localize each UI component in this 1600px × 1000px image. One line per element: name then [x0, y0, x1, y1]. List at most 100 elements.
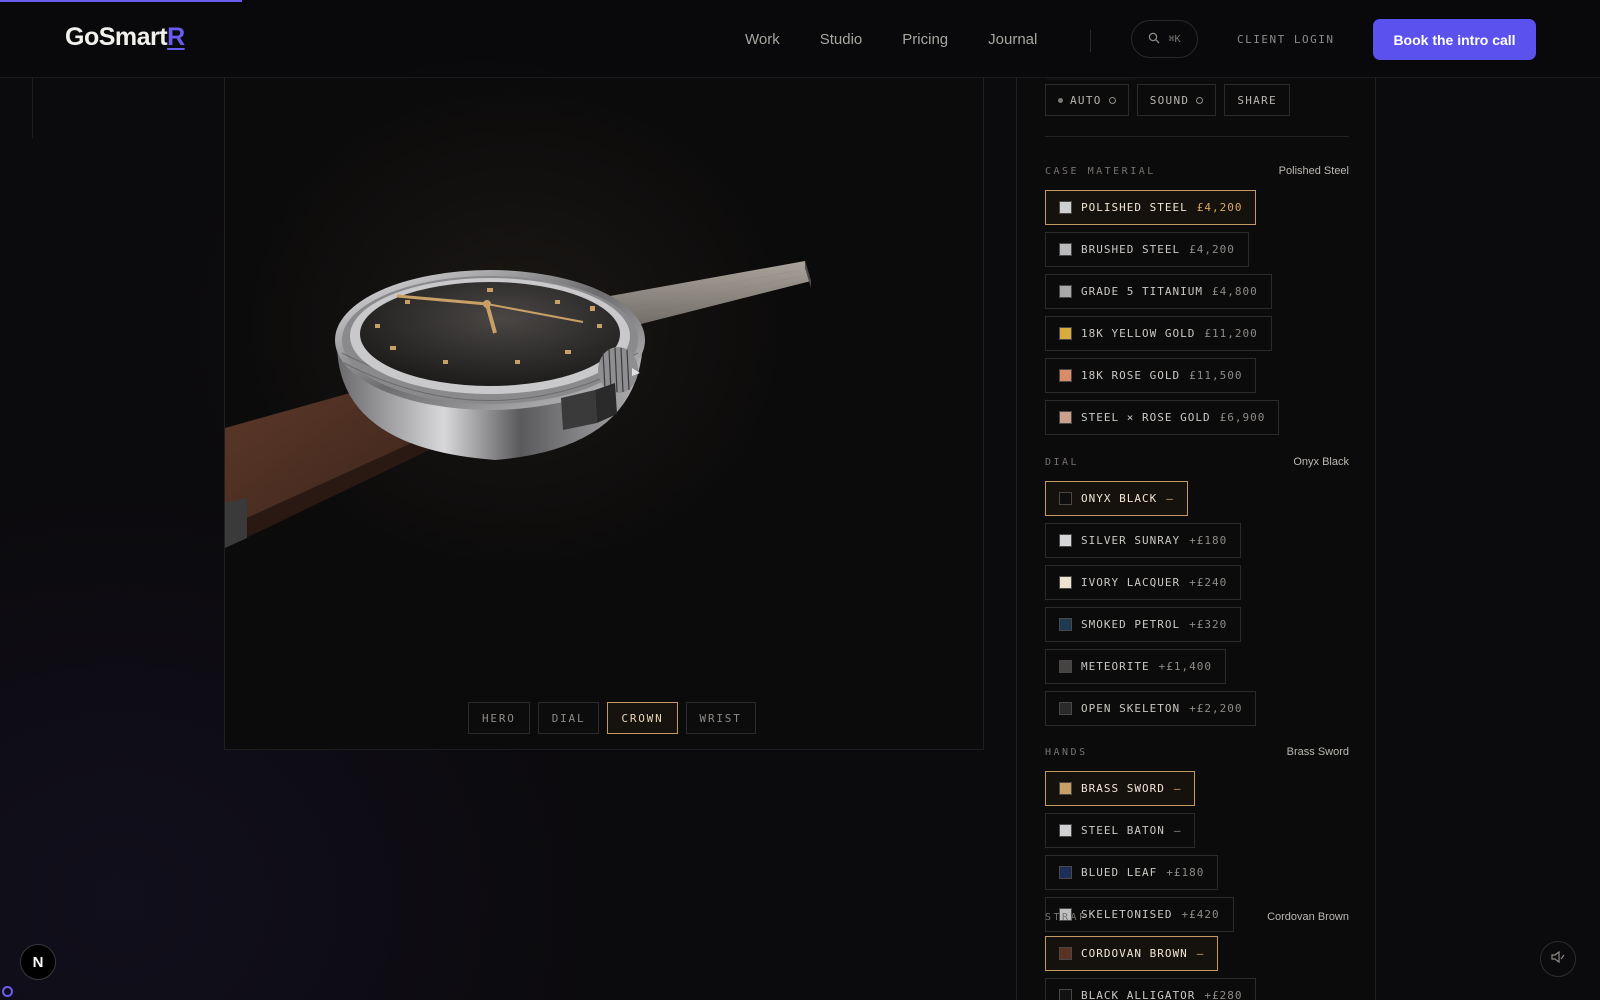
option-list: POLISHED STEEL £4,200 BRUSHED STEEL £4,200 G… [1045, 190, 1349, 435]
option-dial-5[interactable]: OPEN SKELETON +£2,200 [1045, 691, 1257, 726]
option-dial-4[interactable]: METEORITE +£1,400 [1045, 649, 1226, 684]
option-price: £6,900 [1219, 411, 1266, 424]
option-case-5[interactable]: STEEL × ROSE GOLD £6,900 [1045, 400, 1280, 435]
option-dial-3[interactable]: SMOKED PETROL +£320 [1045, 607, 1242, 642]
watch-render [225, 261, 811, 548]
option-price: £11,200 [1204, 327, 1258, 340]
option-label: BLACK ALLIGATOR [1081, 989, 1196, 1000]
option-price: +£2,200 [1189, 702, 1243, 715]
option-hands-1[interactable]: STEEL BATON — [1045, 813, 1196, 848]
option-price: +£1,400 [1158, 660, 1212, 673]
tab-crown[interactable]: CROWN [607, 702, 678, 734]
tab-dial[interactable]: DIAL [537, 702, 600, 734]
auto-rotate-toggle[interactable]: AUTO [1045, 84, 1129, 116]
section-value: Cordovan Brown [1267, 911, 1349, 923]
client-login-link[interactable]: CLIENT LOGIN [1237, 33, 1334, 46]
search-shortcut: ⌘K [1168, 33, 1181, 45]
option-hands-0[interactable]: BRASS SWORD — [1045, 771, 1196, 806]
search-button[interactable]: ⌘K [1131, 20, 1198, 58]
option-strap-1[interactable]: BLACK ALLIGATOR +£280 [1045, 978, 1257, 1000]
option-price: — [1196, 947, 1205, 960]
option-hands-2[interactable]: BLUED LEAF +£180 [1045, 855, 1219, 890]
logo-text: GoSmart [65, 23, 168, 51]
color-swatch [1059, 702, 1072, 715]
next-dev-badge[interactable]: N [20, 944, 56, 980]
color-swatch [1059, 989, 1072, 1000]
color-swatch [1059, 866, 1072, 879]
share-label: SHARE [1237, 93, 1277, 107]
hands-section: HANDS Brass Sword BRASS SWORD — STEEL BATO… [1045, 745, 1349, 932]
color-swatch [1059, 492, 1072, 505]
color-swatch [1059, 947, 1072, 960]
option-label: 18K ROSE GOLD [1081, 369, 1181, 382]
search-icon [1148, 32, 1160, 47]
color-swatch [1059, 576, 1072, 589]
color-swatch [1059, 285, 1072, 298]
option-price: £4,200 [1196, 201, 1243, 214]
option-label: BLUED LEAF [1081, 866, 1158, 879]
option-list: BRASS SWORD — STEEL BATON — BLUED LEAF +£180 S… [1045, 771, 1349, 932]
auto-label: AUTO [1070, 93, 1102, 107]
tab-wrist[interactable]: WRIST [685, 702, 756, 734]
panel-title-placeholder [1045, 78, 1137, 80]
option-case-0[interactable]: POLISHED STEEL £4,200 [1045, 190, 1257, 225]
option-dial-0[interactable]: ONYX BLACK — [1045, 481, 1188, 516]
color-swatch [1059, 327, 1072, 340]
option-strap-0[interactable]: CORDOVAN BROWN — [1045, 936, 1219, 971]
watch-3d-viewer[interactable]: HERO DIAL CROWN WRIST [224, 78, 984, 750]
nav-divider [1090, 30, 1091, 52]
option-price: +£280 [1204, 989, 1243, 1000]
share-button[interactable]: SHARE [1224, 84, 1290, 116]
case-material-section: CASE MATERIAL Polished Steel POLISHED ST… [1045, 164, 1349, 435]
toggle-ring-icon [1108, 96, 1116, 104]
color-swatch [1059, 660, 1072, 673]
status-dot-icon [1058, 97, 1063, 103]
option-label: 18K YELLOW GOLD [1081, 327, 1196, 340]
option-case-3[interactable]: 18K YELLOW GOLD £11,200 [1045, 316, 1272, 351]
view-tabs: HERO DIAL CROWN WRIST [468, 702, 756, 734]
toggle-ring-icon [1196, 96, 1204, 104]
color-swatch [1059, 243, 1072, 256]
nav-work[interactable]: Work [745, 31, 780, 48]
option-dial-2[interactable]: IVORY LACQUER +£240 [1045, 565, 1242, 600]
option-price: £11,500 [1189, 369, 1243, 382]
option-price: +£320 [1189, 618, 1228, 631]
option-case-4[interactable]: 18K ROSE GOLD £11,500 [1045, 358, 1257, 393]
viewer-controls: AUTO SOUND SHARE [1045, 84, 1290, 116]
color-swatch [1059, 411, 1072, 424]
sound-label: SOUND [1149, 93, 1190, 107]
nav-pricing[interactable]: Pricing [902, 31, 948, 48]
option-case-2[interactable]: GRADE 5 TITANIUM £4,800 [1045, 274, 1272, 309]
mute-button[interactable] [1540, 941, 1576, 977]
speaker-muted-icon [1550, 950, 1566, 969]
logo[interactable]: GoSmartR [65, 23, 185, 52]
ring-indicator-icon [2, 986, 13, 997]
book-intro-call-button[interactable]: Book the intro call [1373, 19, 1536, 60]
dial-section: DIAL Onyx Black ONYX BLACK — SILVER SUNRAY… [1045, 455, 1349, 726]
strap-section: STRAP Cordovan Brown CORDOVAN BROWN — BLAC… [1045, 910, 1349, 1000]
option-label: IVORY LACQUER [1081, 576, 1181, 589]
option-label: ONYX BLACK [1081, 492, 1158, 505]
edge-divider [32, 78, 33, 138]
section-label: STRAP [1045, 911, 1088, 923]
option-label: OPEN SKELETON [1081, 702, 1181, 715]
nav-journal[interactable]: Journal [988, 31, 1037, 48]
option-case-1[interactable]: BRUSHED STEEL £4,200 [1045, 232, 1249, 267]
option-price: +£240 [1189, 576, 1228, 589]
sound-toggle[interactable]: SOUND [1136, 84, 1217, 116]
option-label: STEEL × ROSE GOLD [1081, 411, 1211, 424]
option-label: METEORITE [1081, 660, 1150, 673]
section-value: Polished Steel [1278, 165, 1349, 177]
option-price: +£180 [1189, 534, 1228, 547]
option-label: SMOKED PETROL [1081, 618, 1181, 631]
option-label: BRUSHED STEEL [1081, 243, 1181, 256]
section-label: CASE MATERIAL [1045, 165, 1156, 177]
nav-studio[interactable]: Studio [820, 31, 863, 48]
color-swatch [1059, 824, 1072, 837]
color-swatch [1059, 782, 1072, 795]
option-price: — [1173, 782, 1182, 795]
tab-hero[interactable]: HERO [468, 702, 530, 734]
option-dial-1[interactable]: SILVER SUNRAY +£180 [1045, 523, 1242, 558]
section-value: Onyx Black [1293, 456, 1349, 468]
configurator-panel: AUTO SOUND SHARE CASE MATERIAL Polished … [1016, 78, 1376, 1000]
